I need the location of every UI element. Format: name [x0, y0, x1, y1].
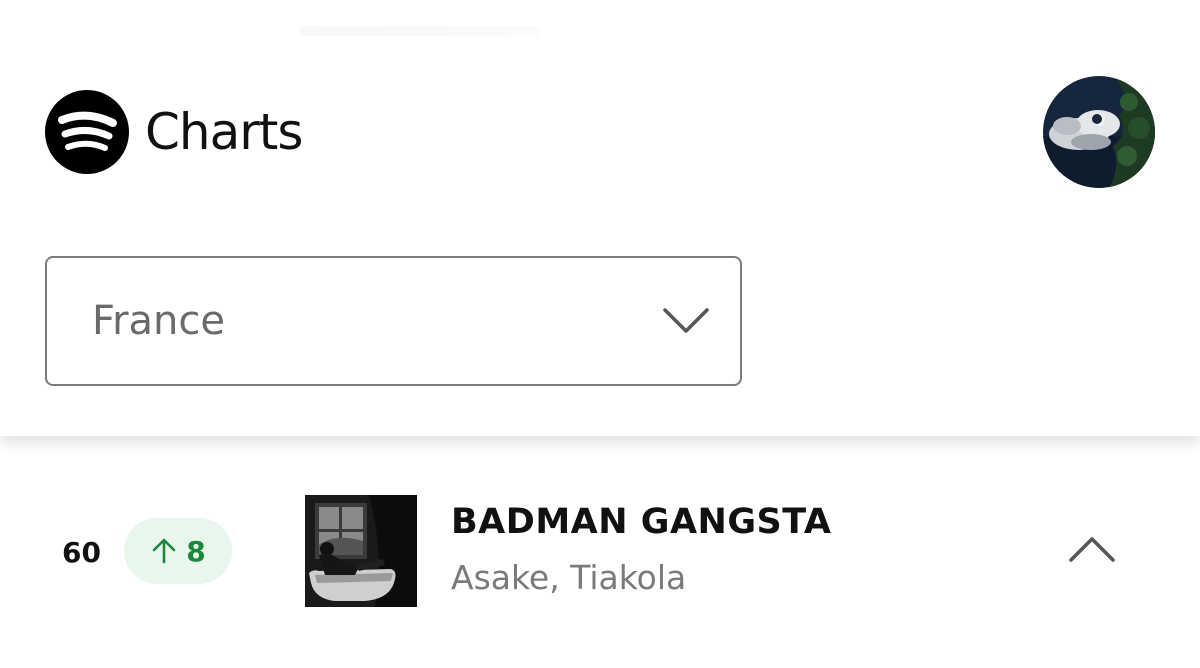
page-title: Charts: [145, 103, 303, 161]
brand[interactable]: Charts: [45, 90, 303, 174]
chevron-up-icon[interactable]: [1068, 534, 1116, 564]
avatar[interactable]: [1043, 76, 1155, 188]
charts-page: Charts France 60 8 BADMAN GANGSTA Asake,…: [0, 0, 1200, 668]
spotify-logo-icon: [45, 90, 129, 174]
album-cover-image: [305, 495, 417, 607]
track-artists[interactable]: Asake, Tiakola: [451, 558, 686, 597]
country-select[interactable]: France: [45, 256, 742, 386]
avatar-image: [1043, 76, 1155, 188]
chart-rank: 60: [62, 536, 101, 569]
movement-badge: 8: [124, 518, 232, 584]
status-bar-faint: [300, 26, 540, 36]
chevron-down-icon: [663, 308, 709, 333]
country-select-value: France: [92, 298, 226, 344]
arrow-up-icon: [152, 538, 176, 564]
album-cover: [305, 495, 417, 607]
header-panel: Charts France: [0, 0, 1200, 436]
track-title[interactable]: BADMAN GANGSTA: [451, 502, 832, 542]
chart-row[interactable]: 60 8 BADMAN GANGSTA Asake, Tiakola: [0, 436, 1200, 668]
movement-value: 8: [186, 534, 206, 568]
